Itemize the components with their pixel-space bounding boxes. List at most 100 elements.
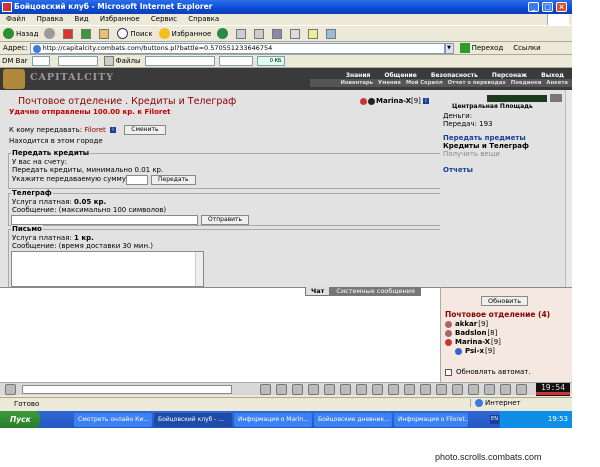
- chat-input[interactable]: [22, 385, 232, 394]
- task-button[interactable]: Бойцовский клуб - ...: [154, 412, 232, 427]
- submenu-scroll[interactable]: Мой Скрапл: [406, 79, 443, 87]
- search-icon: [117, 28, 129, 39]
- link-credits-telegraph[interactable]: Кредиты и Телеграф: [443, 142, 529, 150]
- change-button[interactable]: Сменить: [124, 125, 166, 135]
- search-button[interactable]: Поиск: [117, 27, 153, 41]
- send-credits-button[interactable]: Передать: [151, 175, 196, 185]
- submenu-profile[interactable]: Анкета: [546, 79, 568, 87]
- app-icon: [2, 2, 12, 12]
- menu-file[interactable]: Файл: [6, 15, 25, 23]
- print-button[interactable]: [254, 27, 266, 41]
- credits-sum-input[interactable]: [126, 175, 148, 185]
- submenu-skills[interactable]: Умения: [378, 79, 401, 87]
- quest-icon[interactable]: [500, 384, 511, 395]
- tab-chat[interactable]: Чат: [305, 287, 331, 296]
- clear-icon[interactable]: [292, 384, 303, 395]
- telegraph-send-button[interactable]: Отправить: [201, 215, 250, 225]
- forward-button[interactable]: [44, 27, 57, 41]
- bag-icon[interactable]: [420, 384, 431, 395]
- task-button[interactable]: Информация о Filoret...: [394, 412, 468, 427]
- mail-icon[interactable]: [452, 384, 463, 395]
- discuss-button[interactable]: [290, 27, 302, 41]
- chat-tabs: Чат Системные сообщения: [305, 287, 421, 296]
- files-select[interactable]: [144, 56, 215, 66]
- page-scrollbar[interactable]: [565, 90, 572, 287]
- links-label[interactable]: Ссылки: [513, 44, 541, 52]
- media-button[interactable]: [217, 27, 230, 41]
- chat-menu-icon[interactable]: [5, 384, 16, 395]
- task-button[interactable]: Информация о Marin...: [234, 412, 312, 427]
- link-transfer-items[interactable]: Передать предметы: [443, 134, 526, 142]
- home-button[interactable]: [99, 27, 111, 41]
- smile-icon[interactable]: [260, 384, 271, 395]
- menu-security[interactable]: Безопасность: [431, 72, 478, 79]
- back-button[interactable]: Назад: [3, 27, 38, 41]
- language-indicator[interactable]: EN: [490, 415, 499, 424]
- user-info-icon[interactable]: i: [422, 98, 429, 104]
- go-button[interactable]: Переход: [459, 43, 503, 53]
- menu-tools[interactable]: Сервис: [151, 15, 177, 23]
- task-button[interactable]: Бойцовские дневник...: [314, 412, 392, 427]
- menu-help[interactable]: Справка: [188, 15, 219, 23]
- telegraph-message-input[interactable]: [11, 215, 198, 225]
- telegraph-section: Телеграф Услуга платная: 0.05 кр. Сообще…: [8, 189, 440, 226]
- auto-refresh-checkbox[interactable]: [445, 368, 452, 376]
- friends-icon[interactable]: [468, 384, 479, 395]
- link-get-items[interactable]: Получить вещи: [443, 150, 500, 158]
- menu-knowledge[interactable]: Знания: [346, 72, 371, 79]
- windows-logo-icon: [547, 14, 569, 25]
- player-row[interactable]: Badslon [8]: [445, 329, 497, 337]
- favorites-button[interactable]: Избранное: [158, 27, 211, 41]
- submenu-inventory[interactable]: Инвентарь: [341, 79, 373, 87]
- translit-icon[interactable]: [308, 384, 319, 395]
- emote-icon[interactable]: [388, 384, 399, 395]
- refresh-button[interactable]: Обновить: [481, 296, 529, 306]
- minimize-button[interactable]: _: [528, 2, 539, 12]
- player-row[interactable]: Psi-x [9]: [455, 347, 495, 355]
- filter-icon[interactable]: [276, 384, 287, 395]
- letter-message-textarea[interactable]: [11, 251, 204, 287]
- research-button[interactable]: [326, 27, 338, 41]
- maximize-button[interactable]: □: [542, 2, 553, 12]
- help-icon[interactable]: [372, 384, 383, 395]
- map-icon[interactable]: [436, 384, 447, 395]
- close-button[interactable]: ×: [556, 2, 567, 12]
- start-button[interactable]: Пуск: [0, 411, 40, 428]
- task-button[interactable]: Смотреть онлайн Ки...: [74, 412, 152, 427]
- tab-system-messages[interactable]: Системные сообщения: [330, 287, 421, 296]
- dm-bar-search[interactable]: [57, 56, 98, 66]
- link-reports[interactable]: Отчеты: [443, 166, 473, 174]
- refresh-button[interactable]: [81, 27, 93, 41]
- menu-view[interactable]: Вид: [74, 15, 88, 23]
- recipient-info-icon[interactable]: i: [110, 127, 117, 133]
- clan-icon[interactable]: [484, 384, 495, 395]
- files-dropdown[interactable]: Файлы: [103, 56, 141, 66]
- exit-icon[interactable]: [516, 384, 527, 395]
- location-button[interactable]: [550, 94, 562, 102]
- sound-icon[interactable]: [324, 384, 335, 395]
- menu-communication[interactable]: Общение: [384, 72, 416, 79]
- dm-bar-field[interactable]: [31, 56, 50, 66]
- menu-edit[interactable]: Правка: [37, 15, 64, 23]
- submenu-transfer-report[interactable]: Отчет о переводах: [448, 79, 506, 87]
- info-icon[interactable]: [356, 384, 367, 395]
- auto-refresh-toggle[interactable]: Обновлять автомат.: [445, 368, 531, 376]
- player-row[interactable]: Marina-X [9]: [445, 338, 501, 346]
- player-row[interactable]: akkar [9]: [445, 320, 488, 328]
- menu-exit[interactable]: Выход: [541, 72, 564, 79]
- sword-icon[interactable]: [404, 384, 415, 395]
- edit-button[interactable]: [272, 27, 284, 41]
- menu-character[interactable]: Персонаж: [492, 72, 527, 79]
- extra-field[interactable]: [218, 56, 253, 66]
- address-url: http://capitalcity.combats.com/buttons.p…: [42, 43, 273, 52]
- mail-button[interactable]: [236, 27, 248, 41]
- money-label: Деньги:: [443, 112, 473, 120]
- address-dropdown[interactable]: ▼: [444, 42, 454, 54]
- textarea-scrollbar[interactable]: [195, 252, 203, 286]
- messenger-button[interactable]: [308, 27, 320, 41]
- stop-button[interactable]: [63, 27, 75, 41]
- submenu-battles[interactable]: Поединки: [511, 79, 542, 87]
- settings-icon[interactable]: [340, 384, 351, 395]
- menu-favorites[interactable]: Избранное: [100, 15, 140, 23]
- address-input[interactable]: http://capitalcity.combats.com/buttons.p…: [29, 42, 445, 54]
